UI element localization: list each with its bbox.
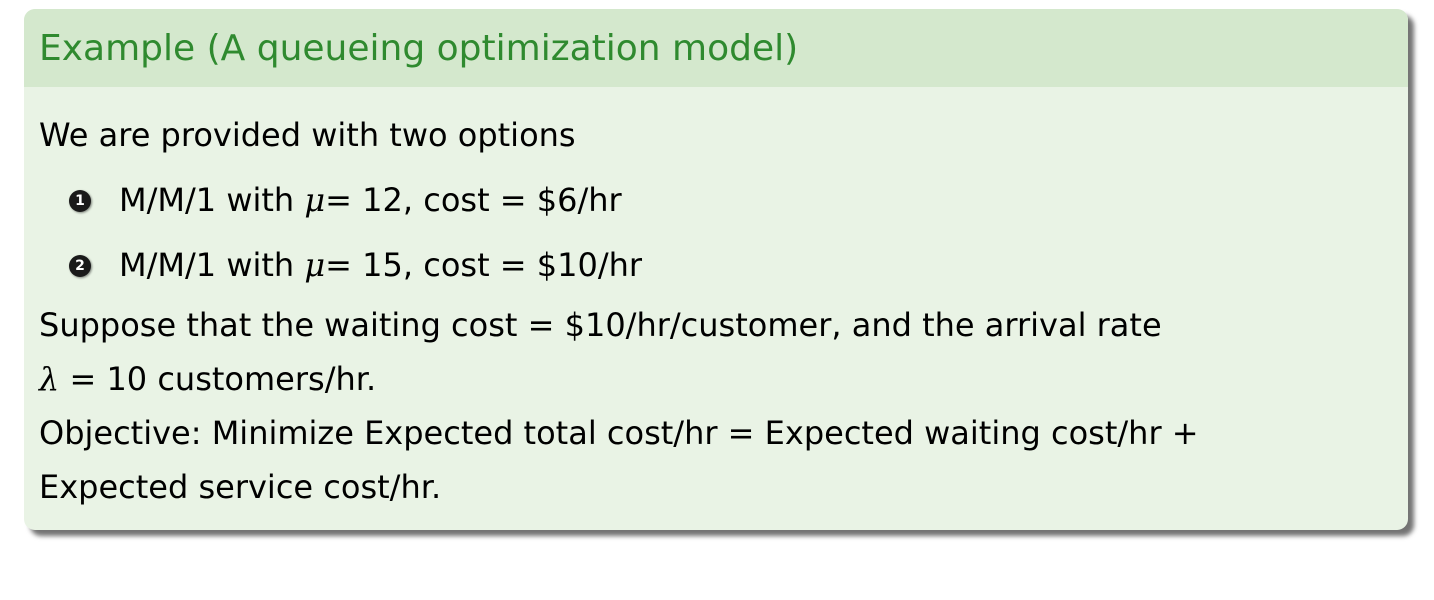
suppose-line-1: Suppose that the waiting cost = $10/hr/c… <box>39 306 1162 344</box>
option-1-model: M/M/1 with <box>119 181 295 219</box>
lambda-symbol: λ <box>39 360 60 398</box>
option-2-details: = 15, cost = $10/hr <box>325 246 643 284</box>
option-1-mu: μ <box>304 181 326 219</box>
option-2-mu: μ <box>304 246 326 284</box>
suppose-line-2: λ = 10 customers/hr. <box>39 352 1393 406</box>
block-body: We are provided with two options 1 M/M/1… <box>24 87 1408 514</box>
intro-text: We are provided with two options <box>39 116 576 154</box>
option-2-model: M/M/1 with <box>119 246 295 284</box>
objective-line-2: Expected service cost/hr. <box>39 468 442 506</box>
option-1-details: = 12, cost = $6/hr <box>325 181 622 219</box>
block-title: Example (A queueing optimization model) <box>24 9 1408 87</box>
objective-line-1: Objective: Minimize Expected total cost/… <box>39 414 1199 452</box>
enumerate-bullet-2: 2 <box>69 254 91 277</box>
list-item-option-1: 1 M/M/1 with μ = 12, cost = $6/hr <box>39 168 1393 233</box>
list-item-option-2: 2 M/M/1 with μ = 15, cost = $10/hr <box>39 233 1393 298</box>
enumerate-bullet-1: 1 <box>69 189 91 212</box>
example-block: Example (A queueing optimization model) … <box>24 9 1408 530</box>
arrival-rate-text: = 10 customers/hr. <box>59 360 377 398</box>
